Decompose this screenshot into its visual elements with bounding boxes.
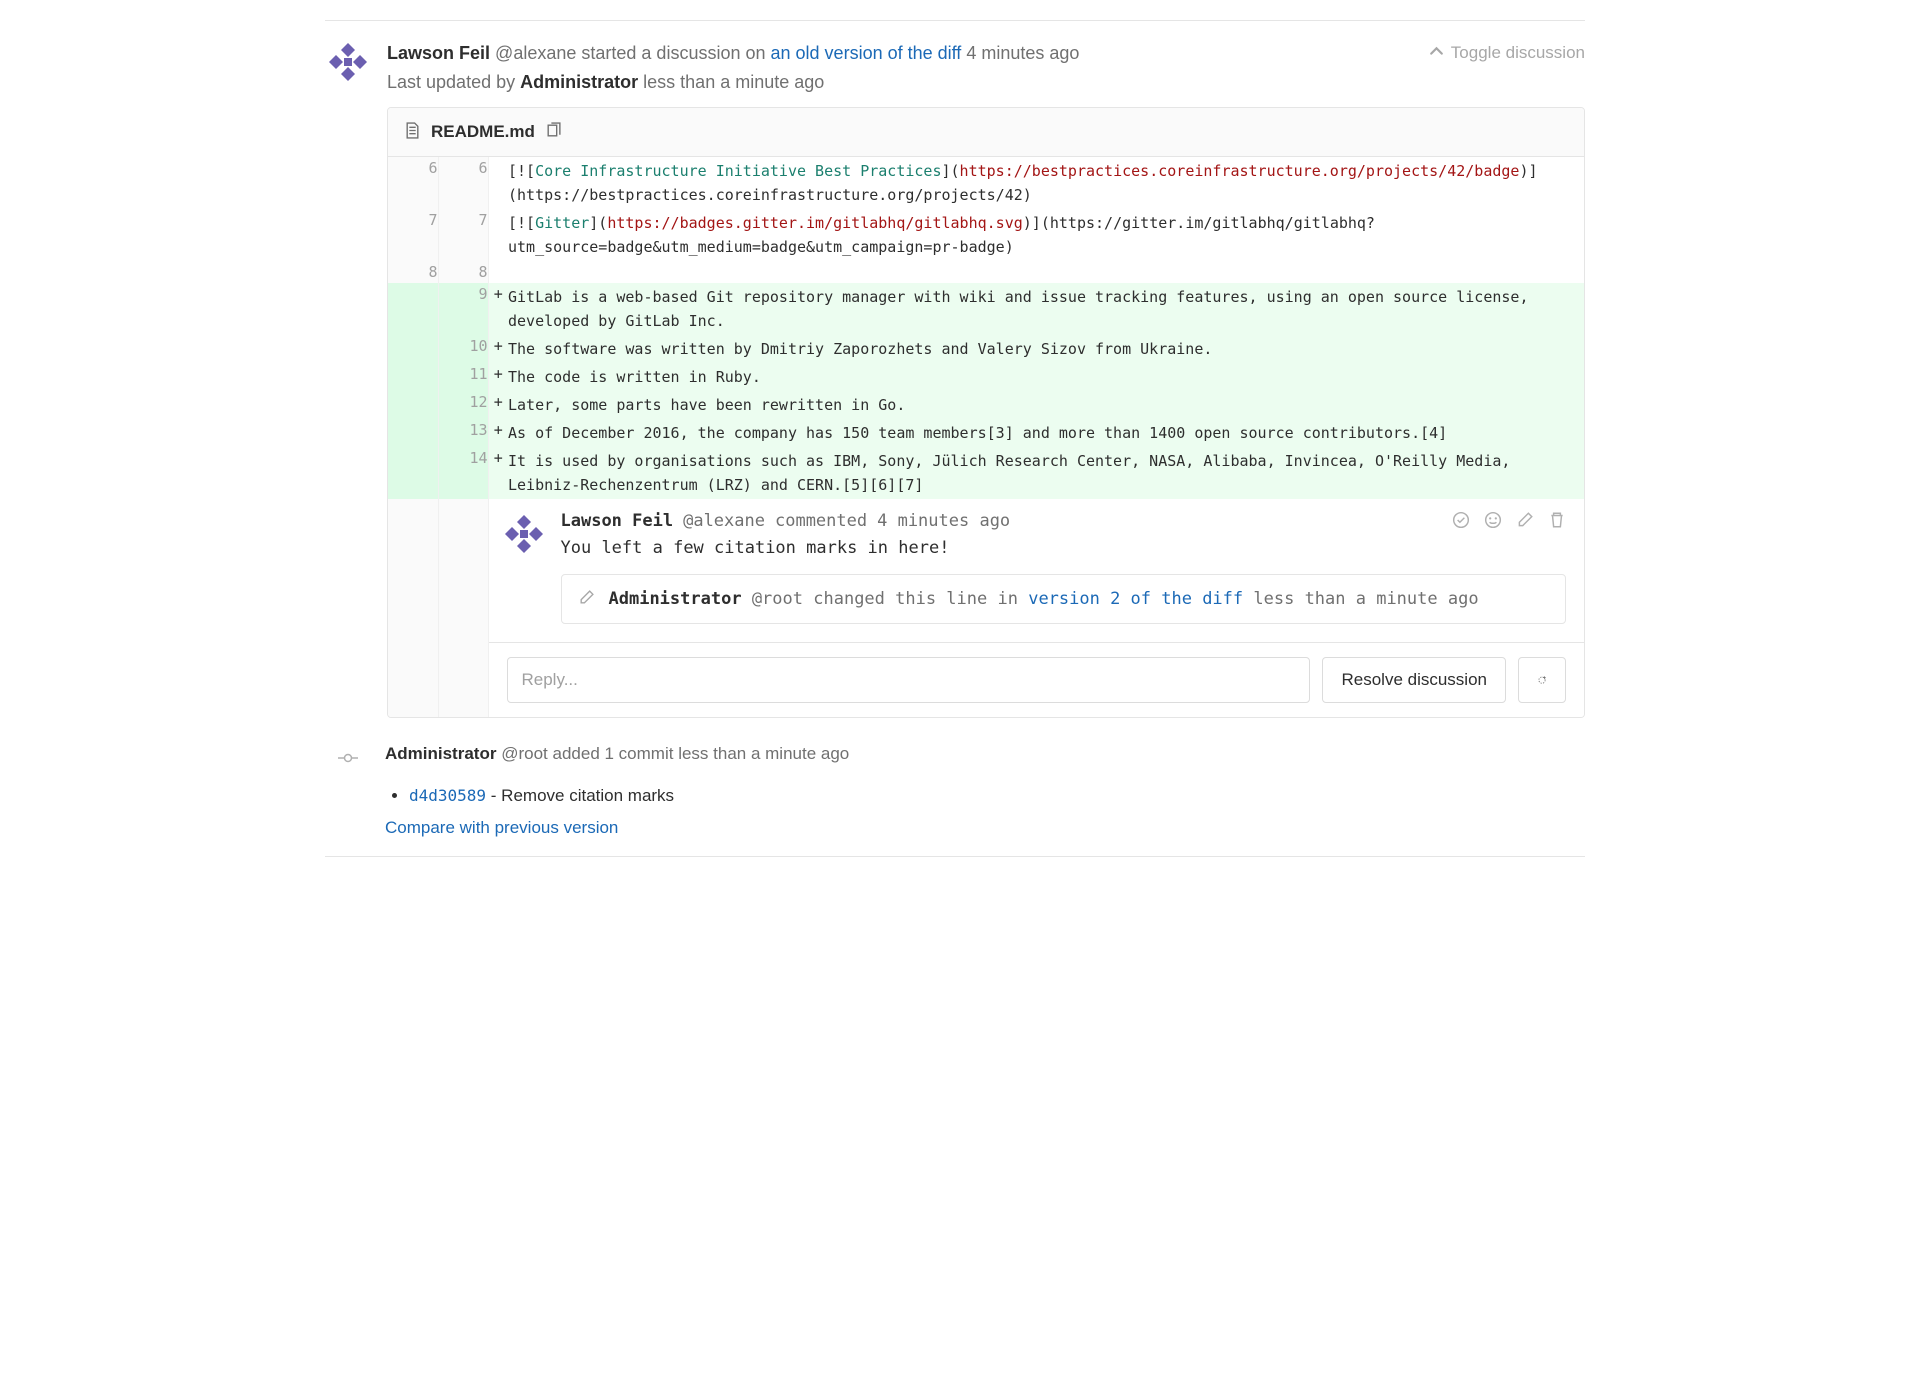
author-name[interactable]: Lawson Feil (387, 43, 490, 63)
chevron-up-icon (1428, 43, 1445, 63)
line-number-new[interactable]: 13 (438, 419, 488, 447)
edit-icon[interactable] (1516, 511, 1534, 532)
comment-author-handle[interactable]: @alexane (683, 511, 765, 531)
compare-link[interactable]: Compare with previous version (385, 818, 618, 838)
commit-event: Administrator @root added 1 commit less … (325, 718, 1585, 776)
diff-line[interactable]: 88 (388, 261, 1584, 283)
code-content: As of December 2016, the company has 150… (508, 419, 1584, 447)
line-number-new[interactable]: 14 (438, 447, 488, 499)
toggle-label: Toggle discussion (1451, 43, 1585, 63)
code-content: The code is written in Ruby. (508, 363, 1584, 391)
line-number-new[interactable]: 8 (438, 261, 488, 283)
diff-marker (488, 209, 508, 261)
updated-time: less than a minute ago (643, 72, 824, 92)
toggle-discussion-button[interactable]: Toggle discussion (1428, 39, 1585, 97)
diff-marker (488, 157, 508, 209)
author-handle[interactable]: @alexane (495, 43, 576, 63)
commit-sha-link[interactable]: d4d30589 (409, 786, 486, 805)
header-time: 4 minutes ago (966, 43, 1079, 63)
line-number-old[interactable] (388, 283, 438, 335)
trash-icon[interactable] (1548, 511, 1566, 532)
updated-prefix: Last updated by (387, 72, 515, 92)
commit-author[interactable]: Administrator (385, 744, 496, 763)
code-content: The software was written by Dmitriy Zapo… (508, 335, 1584, 363)
line-number-new[interactable]: 10 (438, 335, 488, 363)
diff-marker (488, 261, 508, 283)
resolve-icon[interactable] (1452, 511, 1470, 532)
line-number-old[interactable]: 8 (388, 261, 438, 283)
line-number-old[interactable] (388, 363, 438, 391)
diff-marker: + (488, 447, 508, 499)
line-number-new[interactable]: 6 (438, 157, 488, 209)
line-number-old[interactable]: 7 (388, 209, 438, 261)
diff-box: README.md 66 [![Core Infrastructure Initi… (387, 107, 1585, 718)
code-content: GitLab is a web-based Git repository man… (508, 283, 1584, 335)
diff-line[interactable]: 11+The code is written in Ruby. (388, 363, 1584, 391)
commit-list-item: d4d30589 - Remove citation marks (409, 786, 1585, 806)
commit-list: d4d30589 - Remove citation marks (409, 786, 1585, 806)
system-note-action: changed this line in (813, 589, 1018, 609)
reply-input[interactable] (507, 657, 1311, 703)
line-number-new[interactable]: 9 (438, 283, 488, 335)
pencil-icon (578, 589, 595, 609)
resolve-discussion-button[interactable]: Resolve discussion (1322, 657, 1506, 703)
diff-table: 66 [![Core Infrastructure Initiative Best… (388, 157, 1584, 717)
diff-marker: + (488, 283, 508, 335)
filename[interactable]: README.md (431, 122, 535, 142)
discussion-header: Lawson Feil @alexane started a discussio… (325, 21, 1585, 107)
diff-line[interactable]: 14+It is used by organisations such as I… (388, 447, 1584, 499)
diff-line[interactable]: 12+Later, some parts have been rewritten… (388, 391, 1584, 419)
diff-line[interactable]: 66 [![Core Infrastructure Initiative Best… (388, 157, 1584, 209)
new-issue-button[interactable] (1518, 657, 1566, 703)
file-header: README.md (388, 108, 1584, 157)
old-diff-link[interactable]: an old version of the diff (771, 43, 962, 63)
diff-line[interactable]: 77 [![Gitter](https://badges.gitter.im/gi… (388, 209, 1584, 261)
emoji-icon[interactable] (1484, 511, 1502, 532)
comment-action: commented (775, 511, 867, 531)
diff-marker: + (488, 391, 508, 419)
line-number-new[interactable]: 12 (438, 391, 488, 419)
commit-time: less than a minute ago (678, 744, 849, 763)
system-note-handle[interactable]: @root (752, 589, 803, 609)
system-note-link[interactable]: version 2 of the diff (1028, 589, 1243, 609)
diff-marker: + (488, 419, 508, 447)
code-content: [![Core Infrastructure Initiative Best P… (508, 157, 1584, 209)
line-number-new[interactable]: 11 (438, 363, 488, 391)
comment-row: Lawson Feil @alexane commented 4 minutes… (388, 499, 1584, 717)
avatar[interactable] (501, 511, 547, 557)
comment-text: You left a few citation marks in here! (561, 538, 1567, 570)
code-content: Later, some parts have been rewritten in… (508, 391, 1584, 419)
code-content: It is used by organisations such as IBM,… (508, 447, 1584, 499)
reply-row: Resolve discussion (489, 642, 1585, 717)
copy-path-icon[interactable] (545, 122, 562, 142)
updated-by[interactable]: Administrator (520, 72, 638, 92)
line-number-old[interactable] (388, 335, 438, 363)
commit-action-text: added 1 commit (553, 744, 674, 763)
commit-message: Remove citation marks (501, 786, 674, 805)
commit-author-handle[interactable]: @root (501, 744, 548, 763)
system-note-time: less than a minute ago (1253, 589, 1478, 609)
commit-icon (325, 744, 371, 768)
started-text: started a discussion on (581, 43, 765, 63)
line-number-old[interactable]: 6 (388, 157, 438, 209)
system-note-author[interactable]: Administrator (609, 589, 742, 609)
file-icon (404, 122, 421, 142)
comment-author[interactable]: Lawson Feil (561, 511, 674, 531)
diff-line[interactable]: 10+The software was written by Dmitriy Z… (388, 335, 1584, 363)
line-number-old[interactable] (388, 447, 438, 499)
diff-line[interactable]: 9+GitLab is a web-based Git repository m… (388, 283, 1584, 335)
line-number-new[interactable]: 7 (438, 209, 488, 261)
diff-marker: + (488, 335, 508, 363)
diff-marker: + (488, 363, 508, 391)
code-content: [![Gitter](https://badges.gitter.im/gitl… (508, 209, 1584, 261)
comment-time: 4 minutes ago (877, 511, 1010, 531)
line-number-old[interactable] (388, 391, 438, 419)
system-note: Administrator @root changed this line in… (561, 574, 1567, 624)
code-content (508, 261, 1584, 283)
diff-line[interactable]: 13+As of December 2016, the company has … (388, 419, 1584, 447)
line-number-old[interactable] (388, 419, 438, 447)
avatar[interactable] (325, 39, 371, 85)
